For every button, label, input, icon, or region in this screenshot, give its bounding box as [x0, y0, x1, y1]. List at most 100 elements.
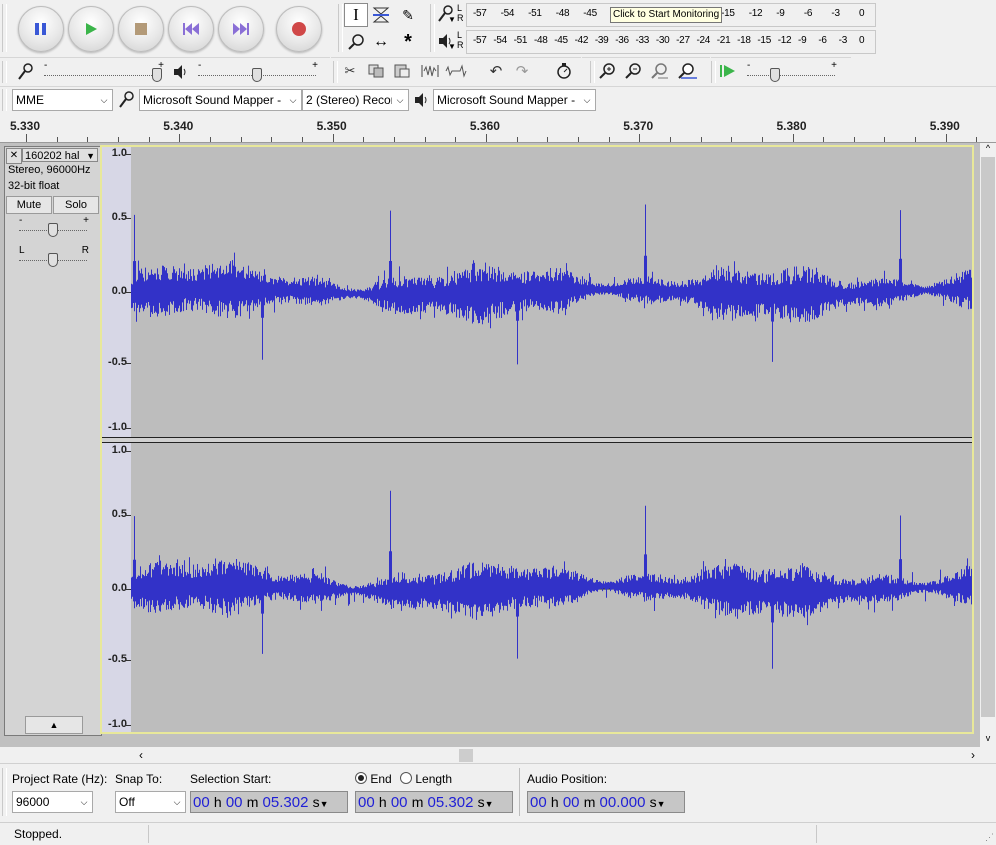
solo-button[interactable]: Solo	[53, 196, 99, 214]
slider-max-label: +	[312, 60, 318, 71]
undo-button[interactable]: ↶	[485, 60, 507, 82]
recording-device-select[interactable]: Microsoft Sound Mapper - ⌵	[139, 89, 302, 111]
waveform-channel-2[interactable]	[131, 443, 973, 734]
fit-project-button[interactable]	[676, 60, 698, 82]
recording-volume-slider[interactable]: - +	[42, 60, 164, 82]
chevron-down-icon: ⌵	[579, 90, 595, 110]
playback-device-select[interactable]: Microsoft Sound Mapper - ⌵	[433, 89, 596, 111]
track-close-button[interactable]: ✕	[6, 148, 22, 164]
waveform-channel-1[interactable]	[131, 146, 973, 437]
meter-tick-label: -27	[676, 35, 690, 46]
play-button[interactable]	[68, 6, 114, 52]
meter-tick-label: -3	[831, 8, 840, 19]
slider-thumb[interactable]	[252, 68, 262, 82]
project-rate-select[interactable]: 96000 ⌵	[12, 791, 93, 813]
playback-volume-slider[interactable]: - +	[196, 60, 318, 82]
trim-audio-icon	[421, 65, 439, 77]
skip-to-end-button[interactable]	[218, 6, 264, 52]
toolbar-grip[interactable]	[2, 4, 7, 52]
trim-button[interactable]	[419, 60, 441, 82]
track-name-menu[interactable]: 160202 hal ▼	[22, 148, 98, 162]
audio-host-select[interactable]: MME ⌵	[12, 89, 113, 111]
slider-thumb[interactable]	[48, 223, 58, 237]
scroll-thumb[interactable]	[981, 157, 995, 717]
ruler-tick	[209, 137, 211, 142]
toolbar-grip[interactable]	[2, 89, 7, 111]
zoom-in-button[interactable]	[596, 60, 618, 82]
play-meter-icon[interactable]: ▼ L R	[436, 30, 464, 52]
toolbar-grip[interactable]	[2, 768, 7, 816]
ruler-tick	[87, 137, 89, 142]
redo-button[interactable]: ↷	[511, 60, 533, 82]
fit-selection-button[interactable]	[648, 60, 670, 82]
collapse-track-button[interactable]: ▲	[25, 716, 83, 734]
toolbar-grip[interactable]	[2, 61, 7, 83]
snap-to-select[interactable]: Off ⌵	[115, 791, 186, 813]
stop-button[interactable]	[118, 6, 164, 52]
toolbar-grip[interactable]	[590, 61, 595, 83]
end-radio[interactable]: End	[355, 772, 392, 786]
amplitude-label: 1.0	[111, 444, 127, 456]
slider-thumb[interactable]	[770, 68, 780, 82]
dropdown-arrow-icon[interactable]: ▼	[485, 799, 494, 809]
copy-button[interactable]	[365, 60, 387, 82]
vertical-ruler-channel-1[interactable]: 1.0 0.5 0.0 -0.5 -1.0	[101, 146, 131, 437]
gain-slider[interactable]: - +	[17, 215, 89, 237]
resize-grip-icon[interactable]: ⋰	[985, 832, 994, 843]
toolbar-grip[interactable]	[430, 4, 435, 52]
chevron-down-icon: ⌵	[285, 90, 301, 110]
sync-lock-button[interactable]	[553, 60, 575, 82]
scroll-down-arrow-icon[interactable]: v	[980, 733, 996, 747]
record-meter-icon[interactable]: ▼ L R	[436, 3, 464, 25]
vertical-ruler-channel-2[interactable]: 1.0 0.5 0.0 -0.5 -1.0	[101, 443, 131, 734]
skip-to-start-button[interactable]	[168, 6, 214, 52]
dropdown-arrow-icon[interactable]: ▼	[320, 799, 329, 809]
selection-start-time[interactable]: 00 h 00 m 05.302 s▼	[190, 791, 348, 813]
silence-button[interactable]	[445, 60, 467, 82]
slider-thumb[interactable]	[152, 68, 162, 82]
double-arrow-icon: ↔	[373, 33, 389, 50]
fit-selection-icon	[651, 63, 668, 79]
meter-tick-label: -12	[777, 35, 792, 46]
amplitude-label: -0.5	[108, 653, 127, 665]
mute-button[interactable]: Mute	[6, 196, 52, 214]
length-radio[interactable]: Length	[400, 772, 452, 786]
time-shift-tool[interactable]: ↔	[369, 30, 393, 54]
left-channel-label: L	[457, 3, 463, 13]
waveform-plot	[131, 490, 973, 669]
toolbar-grip[interactable]	[338, 4, 343, 52]
pause-button[interactable]	[18, 6, 64, 52]
paste-button[interactable]	[391, 60, 413, 82]
timeline-ruler[interactable]: 5.330 5.340 5.350 5.360 5.370 5.380 5.390	[0, 112, 996, 143]
record-button[interactable]	[276, 6, 322, 52]
zoom-tool[interactable]	[344, 30, 368, 54]
horizontal-scrollbar[interactable]: ‹ ›	[131, 748, 977, 763]
scroll-left-arrow-icon[interactable]: ‹	[139, 748, 143, 762]
multi-tool[interactable]: *	[396, 30, 420, 54]
chevron-down-icon: ⌵	[96, 90, 112, 110]
playback-meter[interactable]: -57 -54 -51 -48 -45 -42 -39 -36 -33 -30 -27 -24 -21-…	[466, 30, 876, 54]
pan-slider[interactable]: L R	[17, 245, 89, 267]
device-toolbar: MME ⌵ Microsoft Sound Mapper - ⌵ 2 (Ster…	[0, 86, 996, 113]
selection-tool[interactable]: I	[344, 3, 368, 27]
ruler-tick	[301, 137, 303, 142]
draw-tool[interactable]: ✎	[396, 3, 420, 27]
cut-button[interactable]: ✂	[339, 60, 361, 82]
play-at-speed-button[interactable]	[717, 60, 739, 82]
zoom-out-button[interactable]	[622, 60, 644, 82]
playback-speed-slider[interactable]: - +	[745, 60, 837, 82]
selection-end-time[interactable]: 00 h 00 m 05.302 s▼	[355, 791, 513, 813]
scroll-up-arrow-icon[interactable]: ^	[980, 143, 996, 157]
toolbar-grip[interactable]	[711, 61, 716, 83]
silence-audio-icon	[445, 64, 467, 78]
scroll-right-arrow-icon[interactable]: ›	[971, 748, 975, 762]
scroll-thumb[interactable]	[459, 749, 473, 762]
dropdown-arrow-icon[interactable]: ▼	[657, 799, 666, 809]
toolbar-grip[interactable]	[333, 61, 338, 83]
zoom-in-icon	[599, 63, 615, 79]
recording-channels-select[interactable]: 2 (Stereo) Recor ⌵	[302, 89, 409, 111]
slider-thumb[interactable]	[48, 253, 58, 267]
envelope-tool[interactable]	[369, 3, 393, 27]
audio-position-time[interactable]: 00 h 00 m 00.000 s▼	[527, 791, 685, 813]
vertical-scrollbar[interactable]: ^ v	[980, 143, 996, 747]
